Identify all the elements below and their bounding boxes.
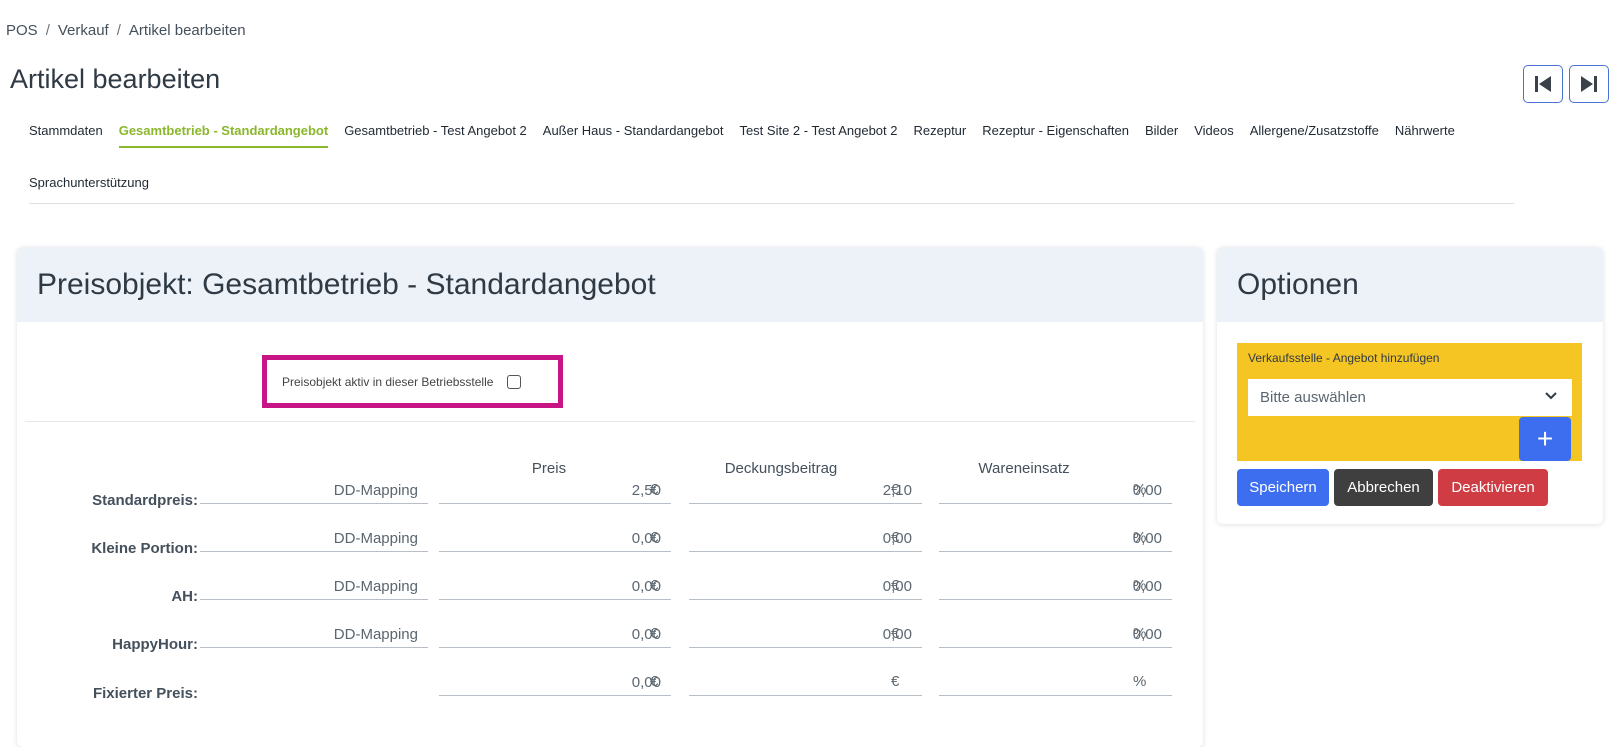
currency-unit: €	[650, 625, 659, 642]
tab-allergene[interactable]: Allergene/Zusatzstoffe	[1250, 112, 1379, 148]
happyhour-mapping-field[interactable]: DD-Mapping	[200, 624, 428, 648]
price-object-title: Preisobjekt: Gesamtbetrieb - Standardang…	[37, 267, 656, 301]
chevron-down-icon	[1545, 392, 1557, 400]
currency-unit: €	[891, 529, 900, 546]
currency-unit: €	[650, 577, 659, 594]
record-navigation	[1523, 65, 1609, 103]
ah-preis-input[interactable]: 0,00	[439, 576, 671, 600]
happyhour-preis-input[interactable]: 0,00	[439, 624, 671, 648]
tab-rezeptur[interactable]: Rezeptur	[913, 112, 966, 148]
add-offer-panel: Verkaufsstelle - Angebot hinzufügen Bitt…	[1237, 343, 1582, 461]
offer-select[interactable]: Bitte auswählen	[1248, 379, 1572, 416]
happyhour-deckung-input[interactable]: 0,00	[689, 624, 922, 648]
tab-stammdaten[interactable]: Stammdaten	[29, 112, 103, 148]
row-label-kleine-portion: Kleine Portion:	[91, 540, 198, 557]
currency-unit: €	[650, 673, 659, 690]
price-object-card: Preisobjekt: Gesamtbetrieb - Standardang…	[17, 247, 1203, 747]
kleine-portion-deckung-input[interactable]: 0,00	[689, 528, 922, 552]
options-title: Optionen	[1237, 267, 1359, 301]
tab-bilder[interactable]: Bilder	[1145, 112, 1178, 148]
kleine-portion-preis-input[interactable]: 0,00	[439, 528, 671, 552]
percent-unit: %	[1133, 481, 1147, 498]
breadcrumb: POS / Verkauf / Artikel bearbeiten	[6, 22, 246, 39]
deactivate-button[interactable]: Deaktivieren	[1438, 469, 1548, 506]
row-label-happyhour: HappyHour:	[112, 636, 198, 653]
tab-sprachunterstuetzung[interactable]: Sprachunterstützung	[29, 164, 149, 200]
cancel-button[interactable]: Abbrechen	[1334, 469, 1433, 506]
tab-naehrwerte[interactable]: Nährwerte	[1395, 112, 1455, 148]
row-label-fixierter-preis: Fixierter Preis:	[92, 685, 198, 702]
percent-unit: %	[1133, 529, 1147, 546]
column-header-preis: Preis	[531, 460, 567, 477]
tab-test-site-2[interactable]: Test Site 2 - Test Angebot 2	[739, 112, 897, 148]
ah-deckung-input[interactable]: 0,00	[689, 576, 922, 600]
currency-unit: €	[650, 529, 659, 546]
row-label-ah: AH:	[171, 588, 198, 605]
active-checkbox-label: Preisobjekt aktiv in dieser Betriebsstel…	[282, 374, 494, 389]
kleine-portion-mapping-field[interactable]: DD-Mapping	[200, 528, 428, 552]
active-in-location-highlight: Preisobjekt aktiv in dieser Betriebsstel…	[262, 355, 563, 408]
add-offer-label: Verkaufsstelle - Angebot hinzufügen	[1248, 351, 1440, 365]
save-button[interactable]: Speichern	[1237, 469, 1329, 506]
percent-unit: %	[1133, 673, 1147, 690]
next-record-button[interactable]	[1569, 65, 1609, 103]
breadcrumb-pos[interactable]: POS	[6, 22, 38, 39]
price-object-header: Preisobjekt: Gesamtbetrieb - Standardang…	[17, 247, 1203, 322]
currency-unit: €	[650, 481, 659, 498]
add-offer-button[interactable]: +	[1519, 417, 1571, 461]
currency-unit: €	[891, 625, 900, 642]
skip-previous-icon	[1535, 76, 1551, 92]
tab-ausser-haus-standardangebot[interactable]: Außer Haus - Standardangebot	[543, 112, 724, 148]
divider	[25, 421, 1195, 422]
breadcrumb-current: Artikel bearbeiten	[128, 22, 246, 39]
page-title: Artikel bearbeiten	[10, 64, 221, 94]
skip-next-icon	[1581, 76, 1597, 92]
previous-record-button[interactable]	[1523, 65, 1563, 103]
options-header: Optionen	[1217, 247, 1603, 322]
currency-unit: €	[891, 481, 900, 498]
percent-unit: %	[1133, 625, 1147, 642]
tab-gesamtbetrieb-test-angebot-2[interactable]: Gesamtbetrieb - Test Angebot 2	[344, 112, 527, 148]
column-header-deckungsbeitrag: Deckungsbeitrag	[724, 460, 838, 477]
offer-select-placeholder: Bitte auswählen	[1260, 389, 1366, 406]
tab-gesamtbetrieb-standardangebot[interactable]: Gesamtbetrieb - Standardangebot	[118, 112, 329, 148]
tab-rezeptur-eigenschaften[interactable]: Rezeptur - Eigenschaften	[982, 112, 1129, 148]
breadcrumb-verkauf[interactable]: Verkauf	[58, 22, 109, 39]
column-header-wareneinsatz: Wareneinsatz	[978, 460, 1070, 477]
currency-unit: €	[891, 577, 900, 594]
action-buttons: Speichern Abbrechen Deaktivieren	[1237, 469, 1548, 506]
standardpreis-deckung-input[interactable]: 2,10	[689, 480, 922, 504]
tab-videos[interactable]: Videos	[1194, 112, 1234, 148]
active-in-location-checkbox[interactable]	[507, 374, 522, 389]
options-card: Optionen Verkaufsstelle - Angebot hinzuf…	[1217, 247, 1603, 524]
percent-unit: %	[1133, 577, 1147, 594]
standardpreis-preis-input[interactable]: 2,50	[439, 480, 671, 504]
row-label-standardpreis: Standardpreis:	[92, 492, 198, 509]
fixierter-preis-preis-input[interactable]: 0,00	[439, 672, 671, 696]
tab-bar: Stammdaten Gesamtbetrieb - Standardangeb…	[29, 112, 1514, 204]
currency-unit: €	[891, 673, 900, 690]
fixierter-preis-deckung-input[interactable]	[689, 672, 922, 696]
ah-mapping-field[interactable]: DD-Mapping	[200, 576, 428, 600]
standardpreis-mapping-field[interactable]: DD-Mapping	[200, 480, 428, 504]
